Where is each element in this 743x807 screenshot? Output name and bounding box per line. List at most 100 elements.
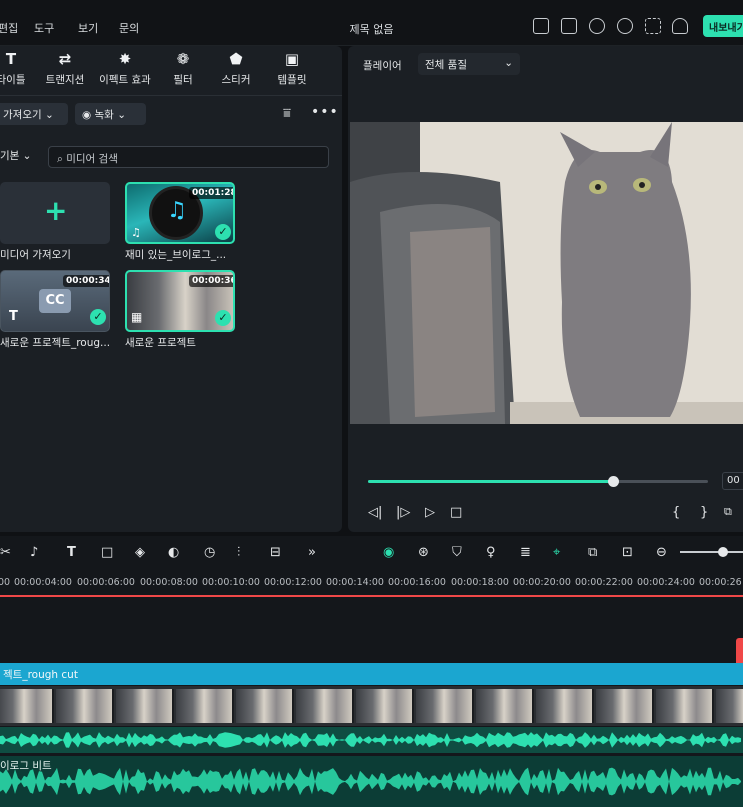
- text-tool-icon[interactable]: T: [67, 545, 76, 560]
- tick-label: 00:00:04:00: [14, 577, 72, 588]
- video-preview[interactable]: [350, 122, 743, 424]
- more-icon[interactable]: •••: [311, 104, 339, 120]
- search-icon: ⌕: [57, 153, 63, 165]
- check-icon: ✓: [215, 224, 231, 240]
- video-frame-thumb: [296, 689, 354, 723]
- mic-icon[interactable]: ♀: [486, 545, 496, 560]
- more-tools-icon[interactable]: »: [308, 545, 316, 560]
- crop-icon[interactable]: □: [101, 545, 113, 560]
- mark-in-icon[interactable]: {: [672, 505, 680, 520]
- pip-icon[interactable]: ⧉: [588, 545, 597, 560]
- video-clip-icon: ▦: [131, 310, 143, 324]
- tick-label: 00:00:08:00: [140, 577, 198, 588]
- keyframe-icon[interactable]: ⊟: [270, 545, 281, 560]
- captions-icon: CC: [39, 289, 71, 313]
- music-track-clip[interactable]: [0, 756, 743, 807]
- playhead-line[interactable]: [0, 595, 743, 597]
- media-label: 새로운 프로젝트: [125, 337, 196, 349]
- duration-badge: 00:00:34: [63, 275, 109, 287]
- zoom-slider[interactable]: [680, 551, 743, 553]
- video-frame-thumb: [416, 689, 474, 723]
- replace-icon[interactable]: ⊡: [622, 545, 633, 560]
- ai-icon[interactable]: ◉: [383, 545, 394, 560]
- marker-icon[interactable]: ⛉: [452, 545, 462, 560]
- audio-icon: ♫: [131, 226, 141, 239]
- speed-icon[interactable]: ◷: [204, 545, 215, 560]
- zoom-handle[interactable]: [718, 547, 728, 557]
- snap-icon[interactable]: ⌖: [553, 545, 560, 560]
- preview-frame: [350, 122, 743, 424]
- divider: [0, 95, 342, 96]
- duration-badge: 00:01:28: [189, 187, 233, 199]
- music-note-icon: ♫: [167, 198, 187, 223]
- check-icon: ✓: [215, 310, 231, 326]
- video-frame-thumb: [236, 689, 294, 723]
- progress-fill: [368, 480, 613, 483]
- play-step-icon[interactable]: |▷: [396, 505, 410, 520]
- sort-dropdown[interactable]: 기본 ⌄: [0, 148, 31, 163]
- video-frame-thumb: [356, 689, 414, 723]
- video-frame-thumb: [476, 689, 534, 723]
- video-audio-waveform[interactable]: [0, 727, 743, 753]
- apps-icon[interactable]: [645, 18, 661, 34]
- asset-toolbar: T 타이틀 ⇄ 트랜지션 ✸ 이펙트 효과 ❁ 필터 ⬟ 스티커 ▣ 템플릿: [0, 50, 342, 94]
- import-dropdown[interactable]: 가져오기 ⌄: [0, 103, 68, 125]
- record-dropdown[interactable]: ◉ 녹화 ⌄: [75, 103, 146, 125]
- template-icon: ▣: [284, 50, 300, 68]
- adjust-icon[interactable]: ⫶: [237, 545, 240, 560]
- waveform: [0, 732, 741, 748]
- video-frame-thumb: [596, 689, 654, 723]
- media-label: 미디어 가져오기: [0, 249, 71, 261]
- duration-badge: 00:00:36: [189, 275, 233, 287]
- timecode-field[interactable]: 00: [722, 472, 743, 490]
- chevron-down-icon: ⌄: [22, 150, 32, 162]
- cloud-icon[interactable]: [589, 18, 605, 34]
- tick-label: 00:00:10:00: [202, 577, 260, 588]
- video-frame-thumb: [536, 689, 594, 723]
- tick-label: 00:00:26: [699, 577, 742, 588]
- plus-icon: +: [44, 194, 68, 227]
- prev-frame-icon[interactable]: ◁|: [368, 505, 382, 520]
- chevron-down-icon: ⌄: [504, 57, 513, 69]
- save-icon[interactable]: [561, 18, 577, 34]
- play-icon[interactable]: ▷: [425, 505, 435, 520]
- tick-label: 00:00:16:00: [388, 577, 446, 588]
- video-track-title[interactable]: 젝트_rough cut: [0, 663, 743, 685]
- account-icon[interactable]: [672, 18, 688, 34]
- chevron-down-icon: ⌄: [44, 109, 54, 121]
- progress-handle[interactable]: [607, 476, 619, 487]
- quality-dropdown[interactable]: 전체 품질 ⌄: [418, 53, 520, 75]
- mask-icon[interactable]: ◈: [135, 545, 145, 560]
- audio-edit-icon[interactable]: ♪: [30, 545, 38, 560]
- playhead-handle[interactable]: [736, 638, 743, 666]
- tool-templates[interactable]: ▣ 템플릿: [257, 50, 327, 87]
- zoom-out-icon[interactable]: ⊖: [656, 545, 667, 560]
- video-frame-thumb: [656, 689, 714, 723]
- media-label: 재미 있는_브이로그_...: [125, 249, 227, 261]
- title-clip-icon: T: [9, 309, 18, 324]
- mark-out-icon[interactable]: }: [700, 505, 708, 520]
- stop-icon[interactable]: □: [450, 505, 462, 520]
- tick-label: 00:00:20:00: [513, 577, 571, 588]
- voiceover-icon[interactable]: ≣: [520, 545, 531, 560]
- media-search-input[interactable]: ⌕ 미디어 검색: [48, 146, 329, 168]
- render-icon[interactable]: ⊛: [418, 545, 429, 560]
- video-frame-thumb: [176, 689, 234, 723]
- tick-label: 00:00:12:00: [264, 577, 322, 588]
- filter-sort-icon[interactable]: ⩸: [283, 106, 291, 121]
- color-icon[interactable]: ◐: [168, 545, 179, 560]
- music-track-title: 이로그 비트: [0, 760, 52, 772]
- import-media-tile[interactable]: +: [0, 182, 110, 244]
- record-icon: ◉: [82, 109, 92, 121]
- layout-icon[interactable]: [533, 18, 549, 34]
- snapshot-icon[interactable]: ⧉: [724, 505, 732, 519]
- headset-icon[interactable]: [617, 18, 633, 34]
- video-frame-thumb: [0, 689, 54, 723]
- media-thumb-project[interactable]: 00:00:36 ▦ ✓: [125, 270, 235, 332]
- export-button[interactable]: 내보내기: [703, 15, 743, 37]
- media-thumb-vlog[interactable]: ♫ 00:01:28 ♫ ✓: [125, 182, 235, 244]
- tick-label: 00:00:14:00: [326, 577, 384, 588]
- media-thumb-roughcut[interactable]: CC 00:00:34 T ✓: [0, 270, 110, 332]
- cut-icon[interactable]: ✂: [0, 545, 11, 560]
- tick-label: 00:00:18:00: [451, 577, 509, 588]
